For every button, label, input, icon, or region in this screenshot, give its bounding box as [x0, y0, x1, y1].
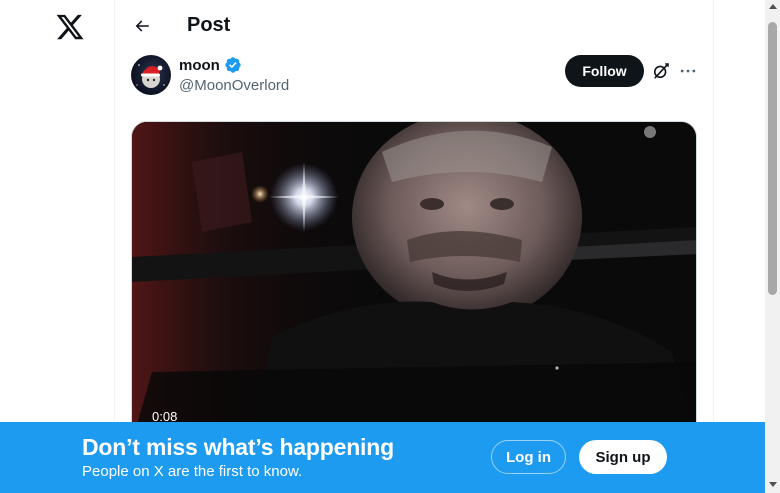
grok-icon[interactable] [651, 61, 671, 81]
back-button[interactable] [128, 12, 156, 40]
page-header: Post [115, 0, 713, 53]
scroll-up-arrow-icon[interactable] [769, 4, 777, 9]
login-banner: Don’t miss what’s happening People on X … [0, 422, 765, 493]
vertical-scrollbar[interactable] [765, 0, 780, 493]
author-name-row: moon [179, 56, 242, 74]
x-logo-icon[interactable] [55, 12, 85, 42]
author-name[interactable]: moon [179, 57, 220, 74]
page-title: Post [187, 14, 231, 36]
avatar[interactable] [131, 55, 171, 95]
scroll-thumb[interactable] [768, 22, 777, 295]
video-frame [132, 122, 696, 440]
arrow-left-icon [135, 20, 149, 32]
follow-button[interactable]: Follow [565, 55, 644, 87]
more-dots-icon[interactable] [678, 61, 698, 81]
verified-badge-icon [225, 57, 241, 73]
banner-title: Don’t miss what’s happening [82, 434, 394, 460]
scroll-down-arrow-icon[interactable] [769, 482, 777, 487]
banner-subtitle: People on X are the first to know. [82, 463, 303, 480]
login-button[interactable]: Log in [491, 440, 566, 474]
signup-button[interactable]: Sign up [579, 440, 667, 474]
main-column: Post moon @MoonOverlord Follow 0:08 [114, 0, 714, 493]
video-player[interactable]: 0:08 [131, 121, 697, 441]
author-handle[interactable]: @MoonOverlord [179, 77, 289, 94]
